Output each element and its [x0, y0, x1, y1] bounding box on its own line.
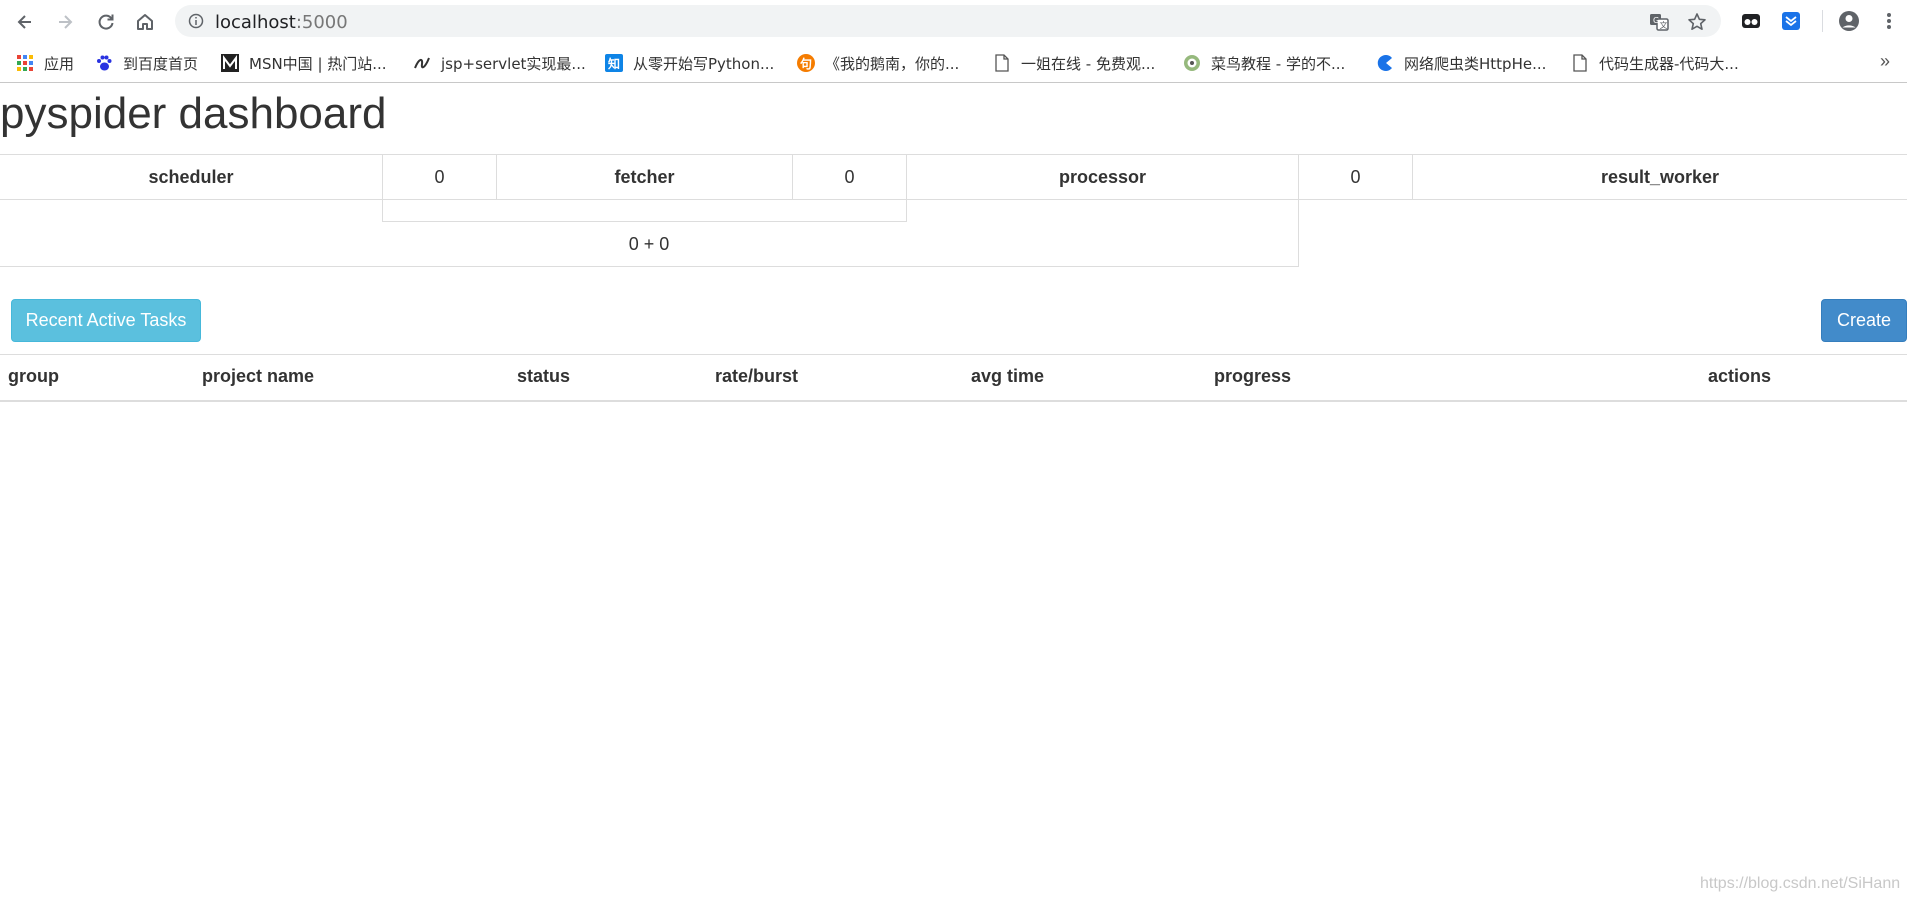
bookmark-label: 一姐在线 - 免费观... — [1021, 54, 1156, 73]
processor-count: 0 — [1350, 166, 1361, 187]
profile-avatar-icon[interactable] — [1838, 10, 1860, 32]
processor-label: processor — [1058, 166, 1147, 187]
bookmark-label: MSN中国 | 热门站... — [249, 54, 387, 73]
home-button[interactable] — [132, 9, 158, 35]
queue-sum: 0 + 0 — [628, 233, 670, 254]
info-icon[interactable] — [188, 13, 204, 29]
scheduler-count: 0 — [434, 166, 445, 187]
forward-button[interactable] — [52, 9, 78, 35]
create-project-button[interactable]: Create — [1821, 299, 1907, 342]
column-header-actions: actions — [1708, 366, 1772, 386]
translate-icon[interactable]: G文 — [1648, 11, 1670, 33]
grid-line — [0, 266, 1299, 267]
bookmark-label: 代码生成器-代码大... — [1599, 54, 1739, 73]
bookmark-httphelper[interactable]: 网络爬虫类HttpHe... — [1376, 52, 1546, 74]
bookmark-jsp[interactable]: jsp+servlet实现最... — [413, 52, 586, 74]
bookmarks-bar: 应用 到百度首页 MSN中国 | 热门站... jsp+servlet实现最..… — [0, 46, 1907, 83]
bookmark-label: jsp+servlet实现最... — [441, 54, 586, 73]
bookmark-label: 《我的鹅南，你的... — [825, 54, 960, 73]
jsp-icon — [413, 54, 431, 72]
menu-kebab-icon[interactable] — [1878, 10, 1900, 32]
zhihu-icon: 知 — [605, 54, 623, 72]
csdn-icon — [1376, 54, 1394, 72]
star-icon[interactable] — [1686, 11, 1708, 33]
bookmark-label: 应用 — [44, 54, 75, 73]
bookmark-apps[interactable]: 应用 — [16, 52, 74, 74]
bookmark-video[interactable]: 一姐在线 - 免费观... — [993, 52, 1155, 74]
arrow-left-icon — [17, 15, 31, 29]
bookmark-msn[interactable]: MSN中国 | 热门站... — [221, 52, 387, 74]
column-header-group[interactable]: group — [8, 366, 59, 387]
bookmark-label: 从零开始写Python... — [633, 54, 775, 73]
table-header-bottom-border — [0, 400, 1907, 402]
url-text: localhost:5000 — [215, 12, 348, 33]
watermark-text: https://blog.csdn.net/SiHann — [1700, 875, 1901, 892]
column-header-progress[interactable]: progress — [1214, 366, 1291, 387]
baidu-paw-icon — [95, 54, 113, 72]
weibo-like-icon: 句 — [797, 54, 815, 72]
page-title: pyspider dashboard — [0, 89, 387, 138]
back-button[interactable] — [12, 9, 38, 35]
bookmark-baidu[interactable]: 到百度首页 — [95, 52, 198, 74]
column-header-avg-time[interactable]: avg time — [971, 366, 1044, 387]
bookmark-label: 菜鸟教程 - 学的不... — [1211, 54, 1346, 73]
apps-grid-icon — [16, 54, 34, 72]
recent-active-tasks-button[interactable]: Recent Active Tasks — [11, 299, 201, 342]
bookmark-label: 网络爬虫类HttpHe... — [1404, 54, 1547, 73]
reload-icon — [98, 14, 114, 30]
fetcher-count: 0 — [844, 166, 855, 187]
column-header-rate-burst[interactable]: rate/burst — [715, 366, 798, 387]
url-host: localhost — [215, 12, 296, 33]
toolbar-separator — [1822, 10, 1823, 32]
url-port: :5000 — [295, 12, 348, 33]
msn-icon — [221, 54, 239, 72]
bookmark-label: 到百度首页 — [123, 54, 199, 73]
address-bar[interactable]: localhost:5000 G文 — [175, 5, 1721, 37]
scheduler-label: scheduler — [148, 166, 234, 187]
extension-download-icon[interactable] — [1780, 10, 1802, 32]
arrow-right-icon — [59, 15, 73, 29]
bookmark-codegen[interactable]: 代码生成器-代码大... — [1571, 52, 1739, 74]
column-header-project-name[interactable]: project name — [202, 366, 314, 387]
home-icon — [137, 14, 153, 30]
bookmark-runoob[interactable]: 菜鸟教程 - 学的不... — [1183, 52, 1345, 74]
column-header-status[interactable]: status — [517, 366, 570, 387]
grid-line — [0, 199, 1907, 200]
result-worker-label: result_worker — [1600, 166, 1720, 187]
svg-text:G: G — [1653, 16, 1659, 25]
fetcher-label: fetcher — [614, 166, 675, 187]
extension-eyes-icon[interactable] — [1740, 10, 1762, 32]
bookmarks-overflow-button[interactable]: » — [1880, 51, 1890, 72]
reload-button[interactable] — [93, 9, 119, 35]
table-top-border — [0, 354, 1907, 355]
bookmark-novel[interactable]: 句 《我的鹅南，你的... — [797, 52, 959, 74]
page-icon — [1571, 54, 1589, 72]
browser-toolbar: localhost:5000 G文 — [0, 0, 1907, 42]
bookmark-zhihu[interactable]: 知 从零开始写Python... — [605, 52, 774, 74]
runoob-icon — [1183, 54, 1201, 72]
page-icon — [993, 54, 1011, 72]
svg-text:文: 文 — [1660, 20, 1668, 30]
